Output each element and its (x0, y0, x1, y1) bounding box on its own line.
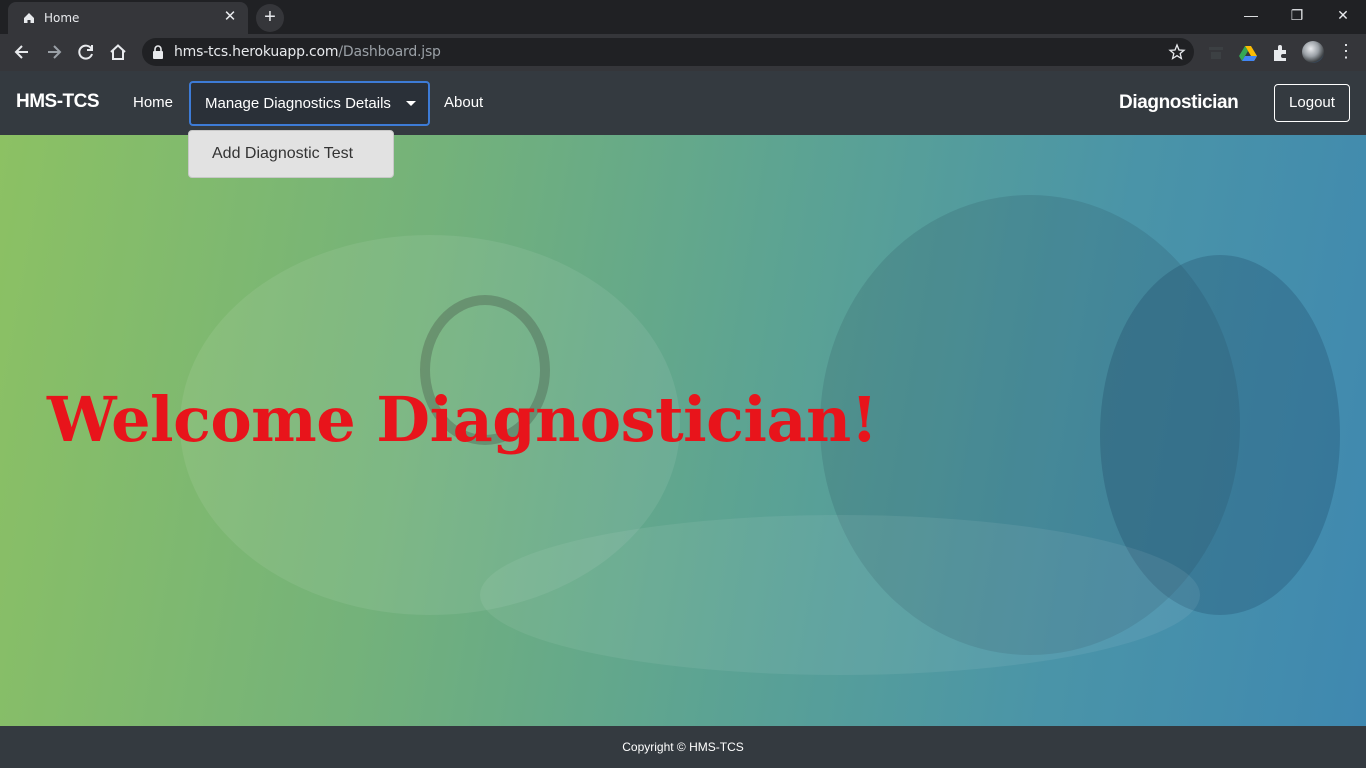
copyright-text: Copyright © HMS-TCS (622, 740, 744, 754)
home-icon[interactable] (104, 38, 132, 66)
back-icon[interactable] (8, 38, 36, 66)
minimize-button[interactable]: — (1228, 0, 1274, 30)
site-navbar: HMS-TCS Home Manage Diagnostics Details … (0, 71, 1366, 135)
drive-icon[interactable] (1238, 43, 1258, 63)
nav-home-link[interactable]: Home (133, 94, 173, 111)
new-tab-button[interactable]: + (256, 4, 284, 32)
reload-icon[interactable] (72, 38, 100, 66)
footer: Copyright © HMS-TCS (0, 726, 1366, 768)
user-role: Diagnostician (1119, 92, 1239, 113)
hero-background-shape (480, 515, 1200, 675)
browser-toolbar: hms-tcs.herokuapp.com/Dashboard.jsp ⋮ (0, 34, 1366, 71)
extension-icon[interactable] (1206, 43, 1226, 63)
logout-button[interactable]: Logout (1274, 84, 1350, 122)
browser-tab[interactable]: Home ✕ (8, 2, 248, 34)
home-icon (24, 13, 34, 23)
caret-down-icon (406, 101, 416, 106)
brand-logo[interactable]: HMS-TCS (16, 91, 100, 113)
forward-icon[interactable] (40, 38, 68, 66)
tab-title: Home (44, 11, 80, 25)
url-host: hms-tcs.herokuapp.com (174, 44, 339, 60)
window-close-button[interactable]: ✕ (1320, 0, 1366, 30)
star-icon[interactable] (1168, 43, 1186, 61)
restore-button[interactable]: ❐ (1274, 0, 1320, 30)
url-text: hms-tcs.herokuapp.com/Dashboard.jsp (174, 44, 441, 60)
url-path: /Dashboard.jsp (338, 44, 441, 60)
hero-banner: Welcome Diagnostician! (0, 135, 1366, 726)
lock-icon[interactable] (152, 45, 164, 59)
dropdown-menu: Add Diagnostic Test (188, 130, 394, 178)
profile-icon[interactable] (1302, 41, 1324, 63)
nav-about-link[interactable]: About (444, 94, 483, 111)
dropdown-label: Manage Diagnostics Details (205, 95, 391, 112)
address-bar[interactable]: hms-tcs.herokuapp.com/Dashboard.jsp (142, 38, 1194, 66)
manage-diagnostics-dropdown[interactable]: Manage Diagnostics Details (189, 81, 430, 126)
extensions-icon[interactable] (1270, 43, 1290, 63)
add-diagnostic-test-item[interactable]: Add Diagnostic Test (212, 145, 353, 163)
browser-tabstrip: Home ✕ + — ❐ ✕ (0, 0, 1366, 34)
welcome-heading: Welcome Diagnostician! (47, 383, 878, 456)
menu-icon[interactable]: ⋮ (1336, 41, 1356, 61)
close-icon[interactable]: ✕ (222, 9, 238, 25)
